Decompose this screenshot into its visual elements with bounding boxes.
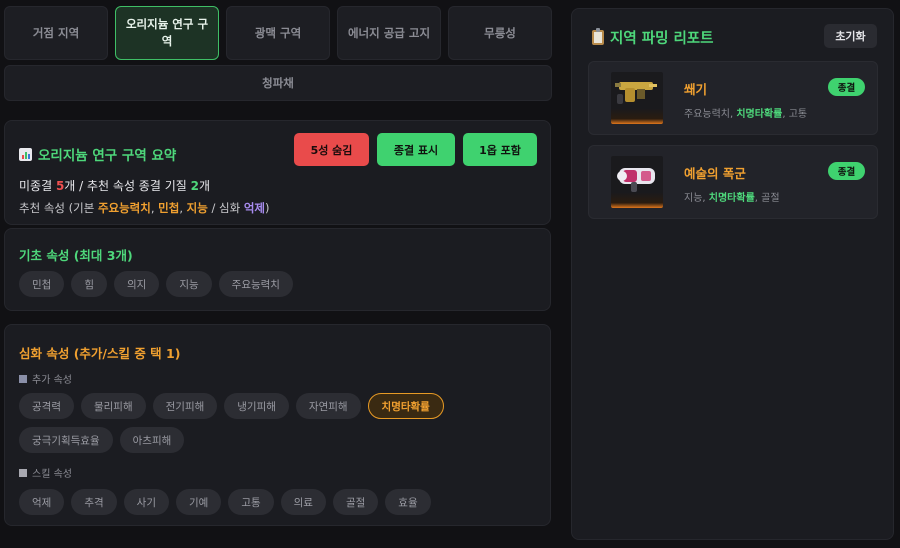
summary-title-text: 오리지늄 연구 구역 요약 — [38, 148, 177, 164]
chip-medical[interactable]: 의료 — [280, 489, 326, 515]
item-tags: 주요능력치, 치명타확률, 고통 — [684, 105, 807, 120]
report-item[interactable]: 예술의 폭군 지능, 치명타확률, 골절 종결 — [588, 145, 878, 219]
item-tags: 지능, 치명타확률, 골절 — [684, 189, 780, 204]
rec-attr-main: 주요능력치 — [97, 201, 151, 215]
rec-mid: / 심화 — [207, 201, 244, 215]
chip-ult-gain[interactable]: 궁극기획득효율 — [19, 427, 113, 453]
left-panel: 거점 지역 오리지늄 연구 구역 광맥 구역 에너지 공급 고지 무릉성 청파채 — [4, 6, 552, 101]
recommended-attrs-line: 추천 속성 (기본 주요능력치, 민첩, 지능 / 심화 억제) — [19, 200, 270, 216]
chip-electric-dmg[interactable]: 전기피해 — [152, 393, 218, 419]
report-title-text: 지역 파밍 리포트 — [610, 31, 714, 47]
reset-button[interactable]: 초기화 — [824, 24, 877, 48]
chip-pursuit[interactable]: 추격 — [71, 489, 117, 515]
chip-fracture[interactable]: 골절 — [332, 489, 379, 515]
report-item[interactable]: 쐐기 주요능력치, 치명타확률, 고통 종결 — [588, 61, 878, 135]
summary-count-line: 미종결 5개 / 추천 속성 종결 기질 2개 — [19, 177, 210, 194]
summary-title: 오리지늄 연구 구역 요약 — [19, 144, 176, 164]
hide-5star-button[interactable]: 5성 숨김 — [294, 133, 369, 166]
chip-crit-rate[interactable]: 치명타확률 — [367, 393, 444, 419]
chip-attack[interactable]: 공격력 — [19, 393, 74, 419]
gun-icon — [611, 72, 663, 124]
tab-originium-research[interactable]: 오리지늄 연구 구역 — [115, 6, 219, 60]
item-name: 예술의 폭군 — [684, 166, 746, 181]
count-post: 개 — [198, 179, 210, 193]
item-name: 쐐기 — [684, 82, 708, 97]
chip-arts-dmg[interactable]: 아츠피해 — [119, 427, 185, 453]
item-tag-highlight: 치명타확률 — [736, 109, 783, 120]
extra-chips: 공격력 물리피해 전기피해 냉기피해 자연피해 치명타확률 궁극기획득효율 아츠… — [19, 393, 489, 453]
chip-suppress[interactable]: 억제 — [19, 489, 65, 515]
clipboard-icon — [592, 28, 604, 45]
rec-attr-agility: 민첩 — [158, 201, 180, 215]
chip-efficiency[interactable]: 효율 — [385, 489, 431, 515]
skill-label-text: 스킬 속성 — [32, 469, 72, 480]
chip-nature-dmg[interactable]: 자연피해 — [295, 393, 361, 419]
chip-physical-dmg[interactable]: 물리피해 — [80, 393, 146, 419]
farming-report-panel: 지역 파밍 리포트 초기화 쐐기 주요능력치, 치명타확률, 고통 종결 예술의… — [571, 8, 894, 540]
final-badge: 종결 — [828, 78, 865, 96]
rec-pre: 추천 속성 (기본 — [19, 201, 98, 215]
chip-artistry[interactable]: 기예 — [175, 489, 222, 515]
basic-chips: 민첩 힘 의지 지능 주요능력치 — [19, 271, 293, 297]
extra-attrs-label: 추가 속성 — [19, 371, 72, 386]
chip-will[interactable]: 의지 — [114, 271, 160, 297]
tab-base-region[interactable]: 거점 지역 — [4, 6, 108, 60]
advanced-attributes-card: 심화 속성 (추가/스킬 중 택 1) 추가 속성 공격력 물리피해 전기피해 … — [4, 324, 551, 526]
item-tag: 고통 — [788, 109, 808, 120]
summary-buttons: 5성 숨김 종결 표시 1옵 포함 — [294, 133, 537, 166]
region-tabs: 거점 지역 오리지늄 연구 구역 광맥 구역 에너지 공급 고지 무릉성 — [4, 6, 552, 60]
item-tag: 골절 — [761, 193, 780, 204]
tab-energy-highland[interactable]: 에너지 공급 고지 — [337, 6, 441, 60]
bar-chart-icon — [19, 147, 32, 161]
chip-pain[interactable]: 고통 — [228, 489, 274, 515]
include-1opt-button[interactable]: 1옵 포함 — [463, 133, 537, 166]
final-badge: 종결 — [828, 162, 865, 180]
basic-attributes-card: 기초 속성 (최대 3개) 민첩 힘 의지 지능 주요능력치 — [4, 228, 551, 311]
report-title: 지역 파밍 리포트 — [592, 27, 713, 48]
chip-morale[interactable]: 사기 — [123, 489, 169, 515]
chip-intellect[interactable]: 지능 — [166, 271, 212, 297]
chip-main-stat[interactable]: 주요능력치 — [218, 271, 293, 297]
chip-cold-dmg[interactable]: 냉기피해 — [224, 393, 289, 419]
rec-post: ) — [265, 201, 270, 215]
rec-attr-suppress: 억제 — [243, 201, 265, 215]
tab-wuling[interactable]: 무릉성 — [448, 6, 552, 60]
advanced-title: 심화 속성 (추가/스킬 중 택 1) — [19, 346, 181, 361]
chip-strength[interactable]: 힘 — [71, 271, 107, 297]
item-tag: 주요능력치 — [684, 109, 730, 120]
square-bullet-icon — [19, 468, 27, 477]
tab-ore-vein[interactable]: 광맥 구역 — [226, 6, 330, 60]
square-bullet-icon — [19, 374, 27, 383]
skill-chips: 억제 추격 사기 기예 고통 의료 골절 효율 — [19, 489, 431, 515]
rec-attr-intellect: 지능 — [186, 201, 208, 215]
cannon-icon — [611, 156, 663, 208]
count-pre: 미종결 — [19, 179, 56, 193]
finished-count: 2 — [190, 179, 199, 193]
rec-sep: , — [179, 201, 187, 215]
extra-label-text: 추가 속성 — [32, 375, 72, 386]
summary-card: 오리지늄 연구 구역 요약 5성 숨김 종결 표시 1옵 포함 미종결 5개 /… — [4, 120, 551, 225]
count-mid: 개 / 추천 속성 종결 기질 — [64, 179, 191, 193]
tab-cheongpachae[interactable]: 청파채 — [4, 65, 552, 101]
chip-agility[interactable]: 민첩 — [19, 271, 65, 297]
skill-attrs-label: 스킬 속성 — [19, 465, 72, 480]
show-final-button[interactable]: 종결 표시 — [377, 133, 455, 166]
item-tag-highlight: 치명타확률 — [708, 193, 755, 204]
basic-title: 기초 속성 (최대 3개) — [19, 248, 133, 263]
item-tag: 지능 — [684, 193, 703, 204]
